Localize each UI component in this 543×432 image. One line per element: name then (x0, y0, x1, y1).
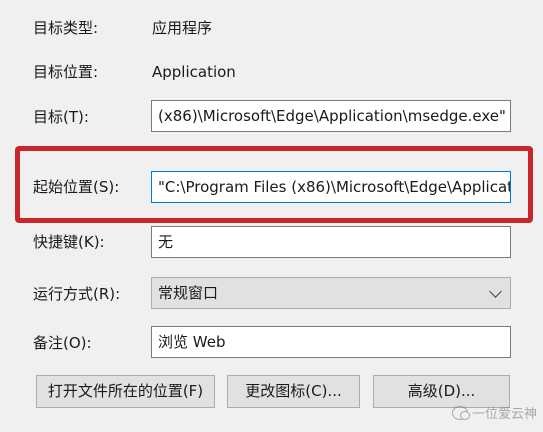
wechat-icon (451, 405, 470, 420)
shortcut-key-label: 快捷键(K): (33, 233, 105, 251)
run-select[interactable]: 常规窗口 (151, 277, 511, 309)
start-in-label: 起始位置(S): (33, 178, 120, 196)
shortcut-key-field[interactable]: 无 (151, 226, 511, 258)
change-icon-button[interactable]: 更改图标(C)... (227, 375, 360, 408)
watermark-text: 一位爱云神 (471, 407, 537, 422)
run-select-value: 常规窗口 (158, 284, 219, 302)
shortcut-properties-panel: 目标类型: 应用程序 目标位置: Application 目标(T): (x86… (0, 0, 543, 432)
target-type-value: 应用程序 (152, 19, 213, 37)
target-location-value: Application (152, 63, 236, 81)
open-file-location-button[interactable]: 打开文件所在的位置(F) (36, 375, 215, 408)
target-field[interactable]: (x86)\Microsoft\Edge\Application\msedge.… (151, 100, 511, 132)
run-label: 运行方式(R): (33, 285, 121, 303)
comment-field[interactable]: 浏览 Web (151, 326, 511, 358)
target-location-label: 目标位置: (33, 63, 99, 81)
comment-label: 备注(O): (33, 334, 92, 352)
start-in-field[interactable]: "C:\Program Files (x86)\Microsoft\Edge\A… (151, 171, 511, 203)
watermark: 一位爱云神 (451, 403, 537, 422)
target-type-label: 目标类型: (33, 19, 99, 37)
target-label: 目标(T): (33, 108, 89, 126)
chevron-down-icon (489, 285, 502, 298)
